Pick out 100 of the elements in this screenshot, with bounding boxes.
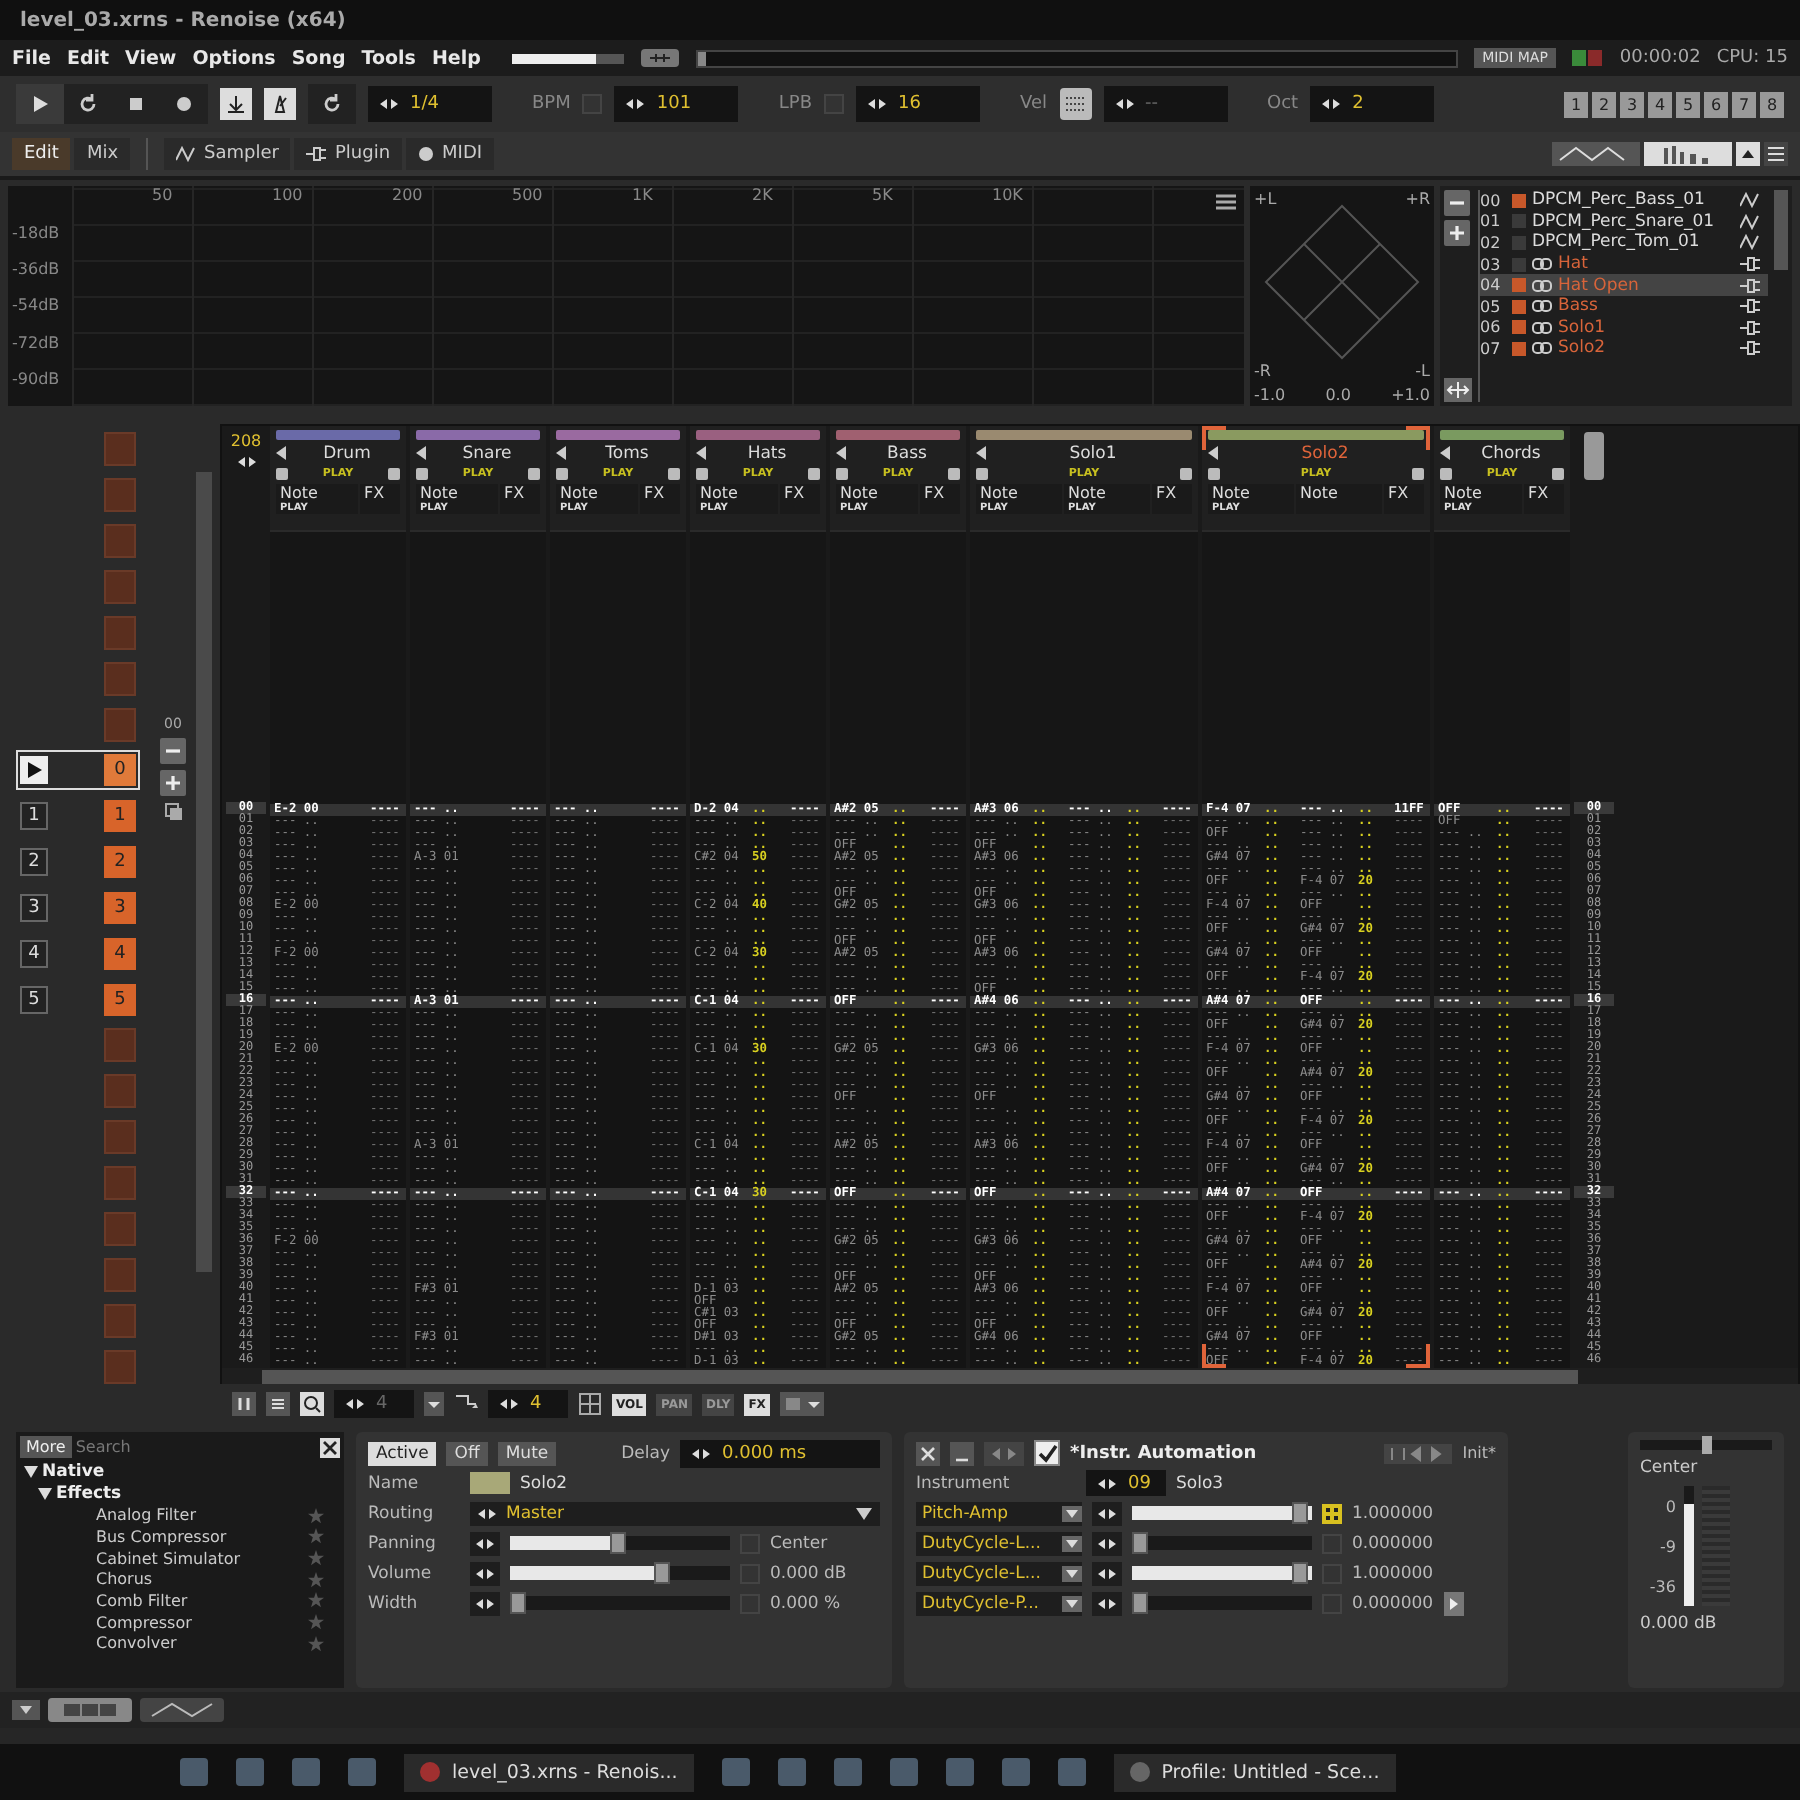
track-number-button[interactable]: 8 xyxy=(1760,91,1784,117)
plus-icon[interactable] xyxy=(1208,468,1220,480)
master-volume-slider[interactable] xyxy=(512,53,625,63)
pattern-track[interactable] xyxy=(690,426,826,1368)
star-icon[interactable] xyxy=(308,1550,324,1567)
browser-item[interactable]: Convolver xyxy=(52,1634,177,1653)
minus-icon[interactable] xyxy=(668,468,680,480)
collapse-arrow-icon[interactable] xyxy=(276,446,286,460)
editor-tab[interactable]: Plugin xyxy=(294,138,403,170)
close-icon[interactable] xyxy=(916,1441,940,1465)
stepper-arrows-icon[interactable] xyxy=(1322,98,1341,110)
play-button[interactable] xyxy=(16,84,64,124)
instrument-row[interactable]: 03 Hat xyxy=(1480,253,1768,275)
stepper-arrows-icon[interactable] xyxy=(478,1507,496,1519)
collapse-arrow-icon[interactable] xyxy=(556,446,566,460)
edit-step-field[interactable]: 4 xyxy=(488,1390,568,1418)
pattern-track[interactable] xyxy=(270,426,406,1368)
instrument-row[interactable]: 04 Hat Open xyxy=(1480,274,1768,296)
star-icon[interactable] xyxy=(308,1592,324,1609)
grid-icon[interactable] xyxy=(266,1392,290,1416)
sequence-row[interactable]: 5 5 xyxy=(20,983,136,1016)
star-icon[interactable] xyxy=(308,1528,324,1545)
add-sequence-button[interactable] xyxy=(160,770,186,796)
scope-view-icon[interactable] xyxy=(1552,142,1640,166)
star-icon[interactable] xyxy=(308,1571,324,1588)
instrument-row[interactable]: 07 Solo2 xyxy=(1480,338,1768,360)
pattern-track[interactable] xyxy=(970,426,1198,1368)
more-button[interactable]: More xyxy=(20,1436,72,1458)
parameter-slider[interactable] xyxy=(510,1566,730,1580)
taskbar-app-icon[interactable] xyxy=(833,1758,862,1786)
browser-item[interactable]: Bus Compressor xyxy=(52,1527,227,1546)
browser-item[interactable]: Effects xyxy=(56,1484,122,1505)
stepper-arrows-icon[interactable] xyxy=(626,98,645,110)
preset-controls-icon[interactable] xyxy=(1384,1443,1453,1463)
stepper-arrows-icon[interactable] xyxy=(1098,1477,1116,1489)
automation-view-icon[interactable] xyxy=(140,1698,224,1722)
arrows-icon[interactable] xyxy=(984,1441,1024,1465)
parameter-slider[interactable] xyxy=(1132,1536,1312,1550)
parameter-slider[interactable] xyxy=(1132,1596,1312,1610)
track-number-button[interactable]: 3 xyxy=(1620,91,1644,117)
plus-icon[interactable] xyxy=(1440,468,1452,480)
browser-item[interactable]: Comb Filter xyxy=(52,1591,188,1610)
sequence-row[interactable]: 1 1 xyxy=(20,800,136,833)
remove-sequence-button[interactable] xyxy=(160,738,186,764)
minus-icon[interactable] xyxy=(948,468,960,480)
collapse-icon[interactable] xyxy=(1736,142,1760,166)
plus-icon[interactable] xyxy=(976,468,988,480)
browser-item[interactable]: Native xyxy=(42,1462,105,1483)
remove-instrument-button[interactable] xyxy=(1444,190,1470,216)
parameter-dropdown[interactable]: DutyCycle-L... xyxy=(916,1531,1082,1555)
add-instrument-button[interactable] xyxy=(1444,220,1470,246)
pattern-track[interactable] xyxy=(830,426,966,1368)
minus-icon[interactable] xyxy=(528,468,540,480)
instrument-row[interactable]: 05 Bass xyxy=(1480,295,1768,318)
menu-icon[interactable] xyxy=(1216,194,1236,210)
pattern-track[interactable] xyxy=(550,426,686,1368)
mode-tab[interactable]: Mute xyxy=(497,1441,557,1465)
stepper-arrows-icon[interactable] xyxy=(346,1398,364,1410)
loop-button[interactable] xyxy=(64,84,112,124)
record-button[interactable] xyxy=(160,84,208,124)
expand-icon[interactable] xyxy=(1444,378,1472,402)
view-tab[interactable]: Edit xyxy=(12,138,71,170)
stepper-arrows-icon[interactable] xyxy=(1098,1507,1116,1519)
lpb-field[interactable]: 16 xyxy=(856,86,980,122)
menu-item[interactable]: Tools xyxy=(361,47,416,69)
delay-field[interactable]: 0.000 ms xyxy=(680,1439,880,1467)
track-number-button[interactable]: 5 xyxy=(1676,91,1700,117)
list-icon[interactable] xyxy=(1764,142,1788,166)
pause-icon[interactable] xyxy=(232,1392,256,1416)
link-grid-icon[interactable] xyxy=(1322,1503,1342,1523)
stepper-arrows-icon[interactable] xyxy=(1098,1597,1116,1609)
instrument-row[interactable]: 06 Solo1 xyxy=(1480,317,1768,339)
pan-slider[interactable] xyxy=(1640,1440,1772,1450)
collapse-arrow-icon[interactable] xyxy=(696,446,706,460)
track-color-swatch[interactable] xyxy=(470,1472,510,1494)
parameter-dropdown[interactable]: DutyCycle-P... xyxy=(916,1591,1082,1615)
scroll-handle-icon[interactable] xyxy=(1584,432,1604,480)
collapse-arrow-icon[interactable] xyxy=(976,446,986,460)
minus-icon[interactable] xyxy=(808,468,820,480)
taskbar-app-icon[interactable] xyxy=(1057,1758,1086,1786)
browser-item[interactable]: Chorus xyxy=(52,1570,153,1589)
collapse-arrow-icon[interactable] xyxy=(416,446,426,460)
stepper-arrows-icon[interactable] xyxy=(476,1567,494,1579)
menu-item[interactable]: Song xyxy=(291,47,346,69)
loop-range-icon[interactable] xyxy=(640,48,681,68)
sequence-row[interactable]: 4 4 xyxy=(20,937,136,970)
taskbar-app-icon[interactable] xyxy=(889,1758,918,1786)
minus-icon[interactable] xyxy=(1180,468,1192,480)
spectrum-view-icon[interactable] xyxy=(1644,142,1732,166)
taskbar-window-button[interactable]: level_03.xrns - Renois... xyxy=(404,1753,694,1791)
minus-icon[interactable] xyxy=(388,468,400,480)
minimize-icon[interactable] xyxy=(950,1441,974,1465)
menu-item[interactable]: Edit xyxy=(66,47,110,69)
stepper-arrows-icon[interactable] xyxy=(380,98,398,110)
instrument-row[interactable]: 00 DPCM_Perc_Bass_01 xyxy=(1480,190,1768,212)
collapse-arrow-icon[interactable] xyxy=(1440,446,1450,460)
taskbar-app-icon[interactable] xyxy=(945,1758,974,1786)
sequence-row[interactable]: 2 2 xyxy=(20,846,136,879)
stepper-arrows-icon[interactable] xyxy=(500,1398,518,1410)
scrollbar[interactable] xyxy=(1774,190,1788,270)
